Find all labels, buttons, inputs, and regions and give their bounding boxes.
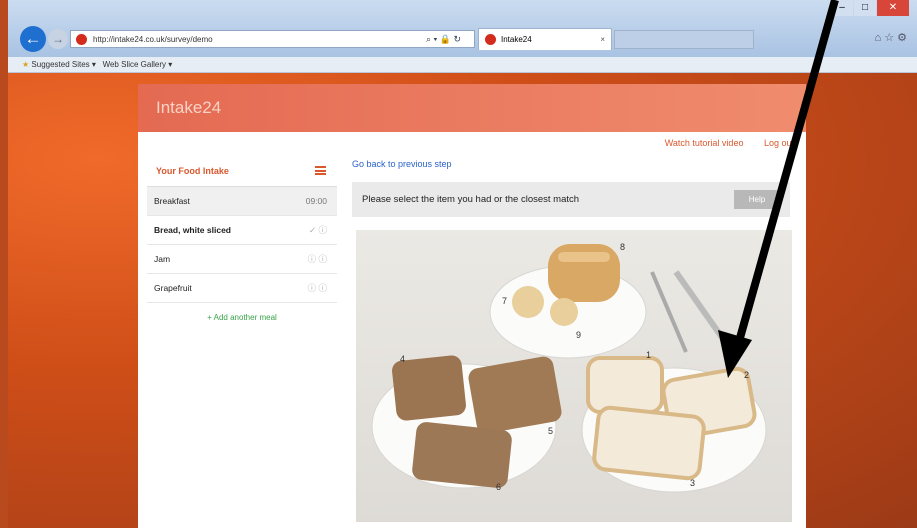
tab-close-icon[interactable]: × <box>600 29 605 51</box>
food-status-icon: ⓘ ⓘ <box>307 254 327 264</box>
meal-label: Breakfast <box>154 196 190 206</box>
toolbar-icons[interactable]: ⌂ ☆ ⚙ <box>875 31 907 44</box>
page-card: Intake24 Watch tutorial video Log out Yo… <box>138 84 806 528</box>
brown-slice[interactable] <box>391 355 467 422</box>
food-status-icon: ⓘ ⓘ <box>307 283 327 293</box>
browser-chrome: – □ ✕ ← → http://intake24.co.uk/survey/dem… <box>8 0 917 57</box>
favorite-item[interactable]: Suggested Sites <box>31 60 89 69</box>
logout-link[interactable]: Log out <box>764 138 794 148</box>
site-favicon-icon <box>76 34 87 45</box>
food-label: Grapefruit <box>154 283 192 293</box>
browser-tab-inactive[interactable] <box>614 30 754 49</box>
food-row[interactable]: Grapefruit ⓘ ⓘ <box>147 274 337 303</box>
address-text: http://intake24.co.uk/survey/demo <box>93 35 213 44</box>
sidebar-header: Your Food Intake <box>147 156 337 187</box>
minimize-button[interactable]: – <box>831 0 853 16</box>
food-intake-sidebar: Your Food Intake Breakfast 09:00 Bread, … <box>147 156 337 528</box>
photo-number: 3 <box>690 478 696 488</box>
photo-number: 5 <box>548 426 554 436</box>
favorites-star-icon[interactable]: ★ <box>22 60 29 69</box>
photo-number: 2 <box>744 370 750 380</box>
maximize-button[interactable]: □ <box>854 0 876 16</box>
photo-number: 9 <box>576 330 582 340</box>
food-status-icon: ✓ ⓘ <box>309 225 327 235</box>
top-links: Watch tutorial video Log out <box>647 138 794 148</box>
photo-number: 7 <box>502 296 508 306</box>
tab-title: Intake24 <box>501 35 532 44</box>
close-window-button[interactable]: ✕ <box>877 0 909 16</box>
bread-bun[interactable] <box>512 286 544 318</box>
back-link[interactable]: Go back to previous step <box>352 156 797 172</box>
favorites-bar: ★ Suggested Sites ▾ Web Slice Gallery ▾ <box>8 57 917 73</box>
prompt-bar: Please select the item you had or the cl… <box>352 182 790 217</box>
sidebar-title: Your Food Intake <box>156 166 229 176</box>
bread-photo-illustration <box>371 244 767 493</box>
address-bar[interactable]: http://intake24.co.uk/survey/demo <box>70 30 475 48</box>
app-logo[interactable]: Intake24 <box>156 98 221 118</box>
prompt-text: Please select the item you had or the cl… <box>362 194 580 205</box>
brown-slice[interactable] <box>411 421 513 489</box>
food-label: Bread, white sliced <box>154 225 231 235</box>
menu-icon[interactable] <box>315 166 326 175</box>
tutorial-link[interactable]: Watch tutorial video <box>665 138 744 148</box>
forward-arrow-icon[interactable]: → <box>48 29 68 49</box>
tab-favicon-icon <box>485 34 496 45</box>
window-controls: – □ ✕ <box>830 0 909 18</box>
food-label: Jam <box>154 254 171 264</box>
white-slice[interactable] <box>586 356 664 414</box>
photo-number: 1 <box>646 350 652 360</box>
knife <box>673 270 731 348</box>
photo-number: 4 <box>400 354 406 364</box>
food-row[interactable]: Bread, white sliced ✓ ⓘ <box>147 216 337 245</box>
main-panel: Go back to previous step Please select t… <box>352 156 797 528</box>
bread-bun[interactable] <box>550 298 578 326</box>
white-slice[interactable] <box>592 405 706 481</box>
meal-row-breakfast[interactable]: Breakfast 09:00 <box>147 187 337 216</box>
back-arrow-icon[interactable]: ← <box>20 26 46 52</box>
meal-time: 09:00 <box>305 196 327 206</box>
help-button[interactable]: Help <box>734 190 780 209</box>
photo-number: 6 <box>496 482 502 492</box>
food-row[interactable]: Jam ⓘ ⓘ <box>147 245 337 274</box>
add-meal-button[interactable]: + Add another meal <box>147 313 337 322</box>
address-actions[interactable]: ⌕ ▾ 🔒 ↻ <box>426 30 461 48</box>
photo-number: 8 <box>620 242 626 252</box>
browser-tab-active[interactable]: Intake24 × <box>478 28 612 50</box>
favorite-item[interactable]: Web Slice Gallery <box>103 60 166 69</box>
app-header: Intake24 <box>138 84 806 132</box>
desktop: – □ ✕ ← → http://intake24.co.uk/survey/dem… <box>8 0 917 528</box>
portion-photo[interactable]: 1 2 3 4 5 6 7 8 9 <box>356 230 792 522</box>
